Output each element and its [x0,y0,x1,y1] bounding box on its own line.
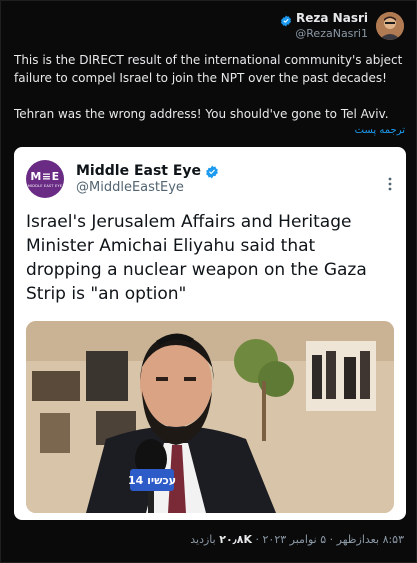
quoted-photo[interactable]: עכשיו 14 [26,321,394,513]
author-handle[interactable]: @RezaNasri1 [280,27,368,40]
author-display-name[interactable]: Reza Nasri [296,11,368,25]
verified-badge-icon [280,12,292,27]
author-header[interactable]: Reza Nasri @RezaNasri1 [280,11,404,40]
tweet-meta: ۸:۵۳ بعدازظهر · ۵ نوامبر ۲۰۲۳ · ۲۰٫۸K با… [190,533,404,546]
logo-text: M≡E [30,170,60,183]
logo-subtext: MIDDLE EAST EYE [27,184,63,188]
more-options-icon[interactable] [388,177,392,191]
middle-east-eye-logo[interactable]: M≡E MIDDLE EAST EYE [26,160,64,198]
quoted-author-header[interactable]: M≡E MIDDLE EAST EYE Middle East Eye @Mid… [26,160,219,198]
mic-flag-text: עכשיו 14 [128,474,176,487]
views-count: ۲۰٫۸K [219,533,253,546]
quoted-headline: Israel's Jerusalem Affairs and Heritage … [26,212,367,304]
views-label: بازدید [190,533,216,546]
verified-badge-icon [205,164,219,179]
tweet-paragraph-2: Tehran was the wrong address! You should… [14,107,389,121]
quoted-handle[interactable]: @MiddleEastEye [76,180,219,195]
avatar[interactable] [376,11,404,40]
author-names[interactable]: Reza Nasri @RezaNasri1 [280,11,368,40]
quoted-display-name[interactable]: Middle East Eye [76,163,201,179]
tweet-text: This is the DIRECT result of the interna… [14,51,409,141]
tweet-paragraph-1: This is the DIRECT result of the interna… [14,53,403,85]
tweet-container: Reza Nasri @RezaNasri1 This is the DIREC… [0,0,417,563]
tweet-timestamp[interactable]: ۸:۵۳ بعدازظهر · ۵ نوامبر ۲۰۲۳ · [256,533,404,546]
quoted-tweet-card[interactable]: M≡E MIDDLE EAST EYE Middle East Eye @Mid… [14,147,406,520]
translate-post-link[interactable]: ترجمه پست [355,125,405,136]
